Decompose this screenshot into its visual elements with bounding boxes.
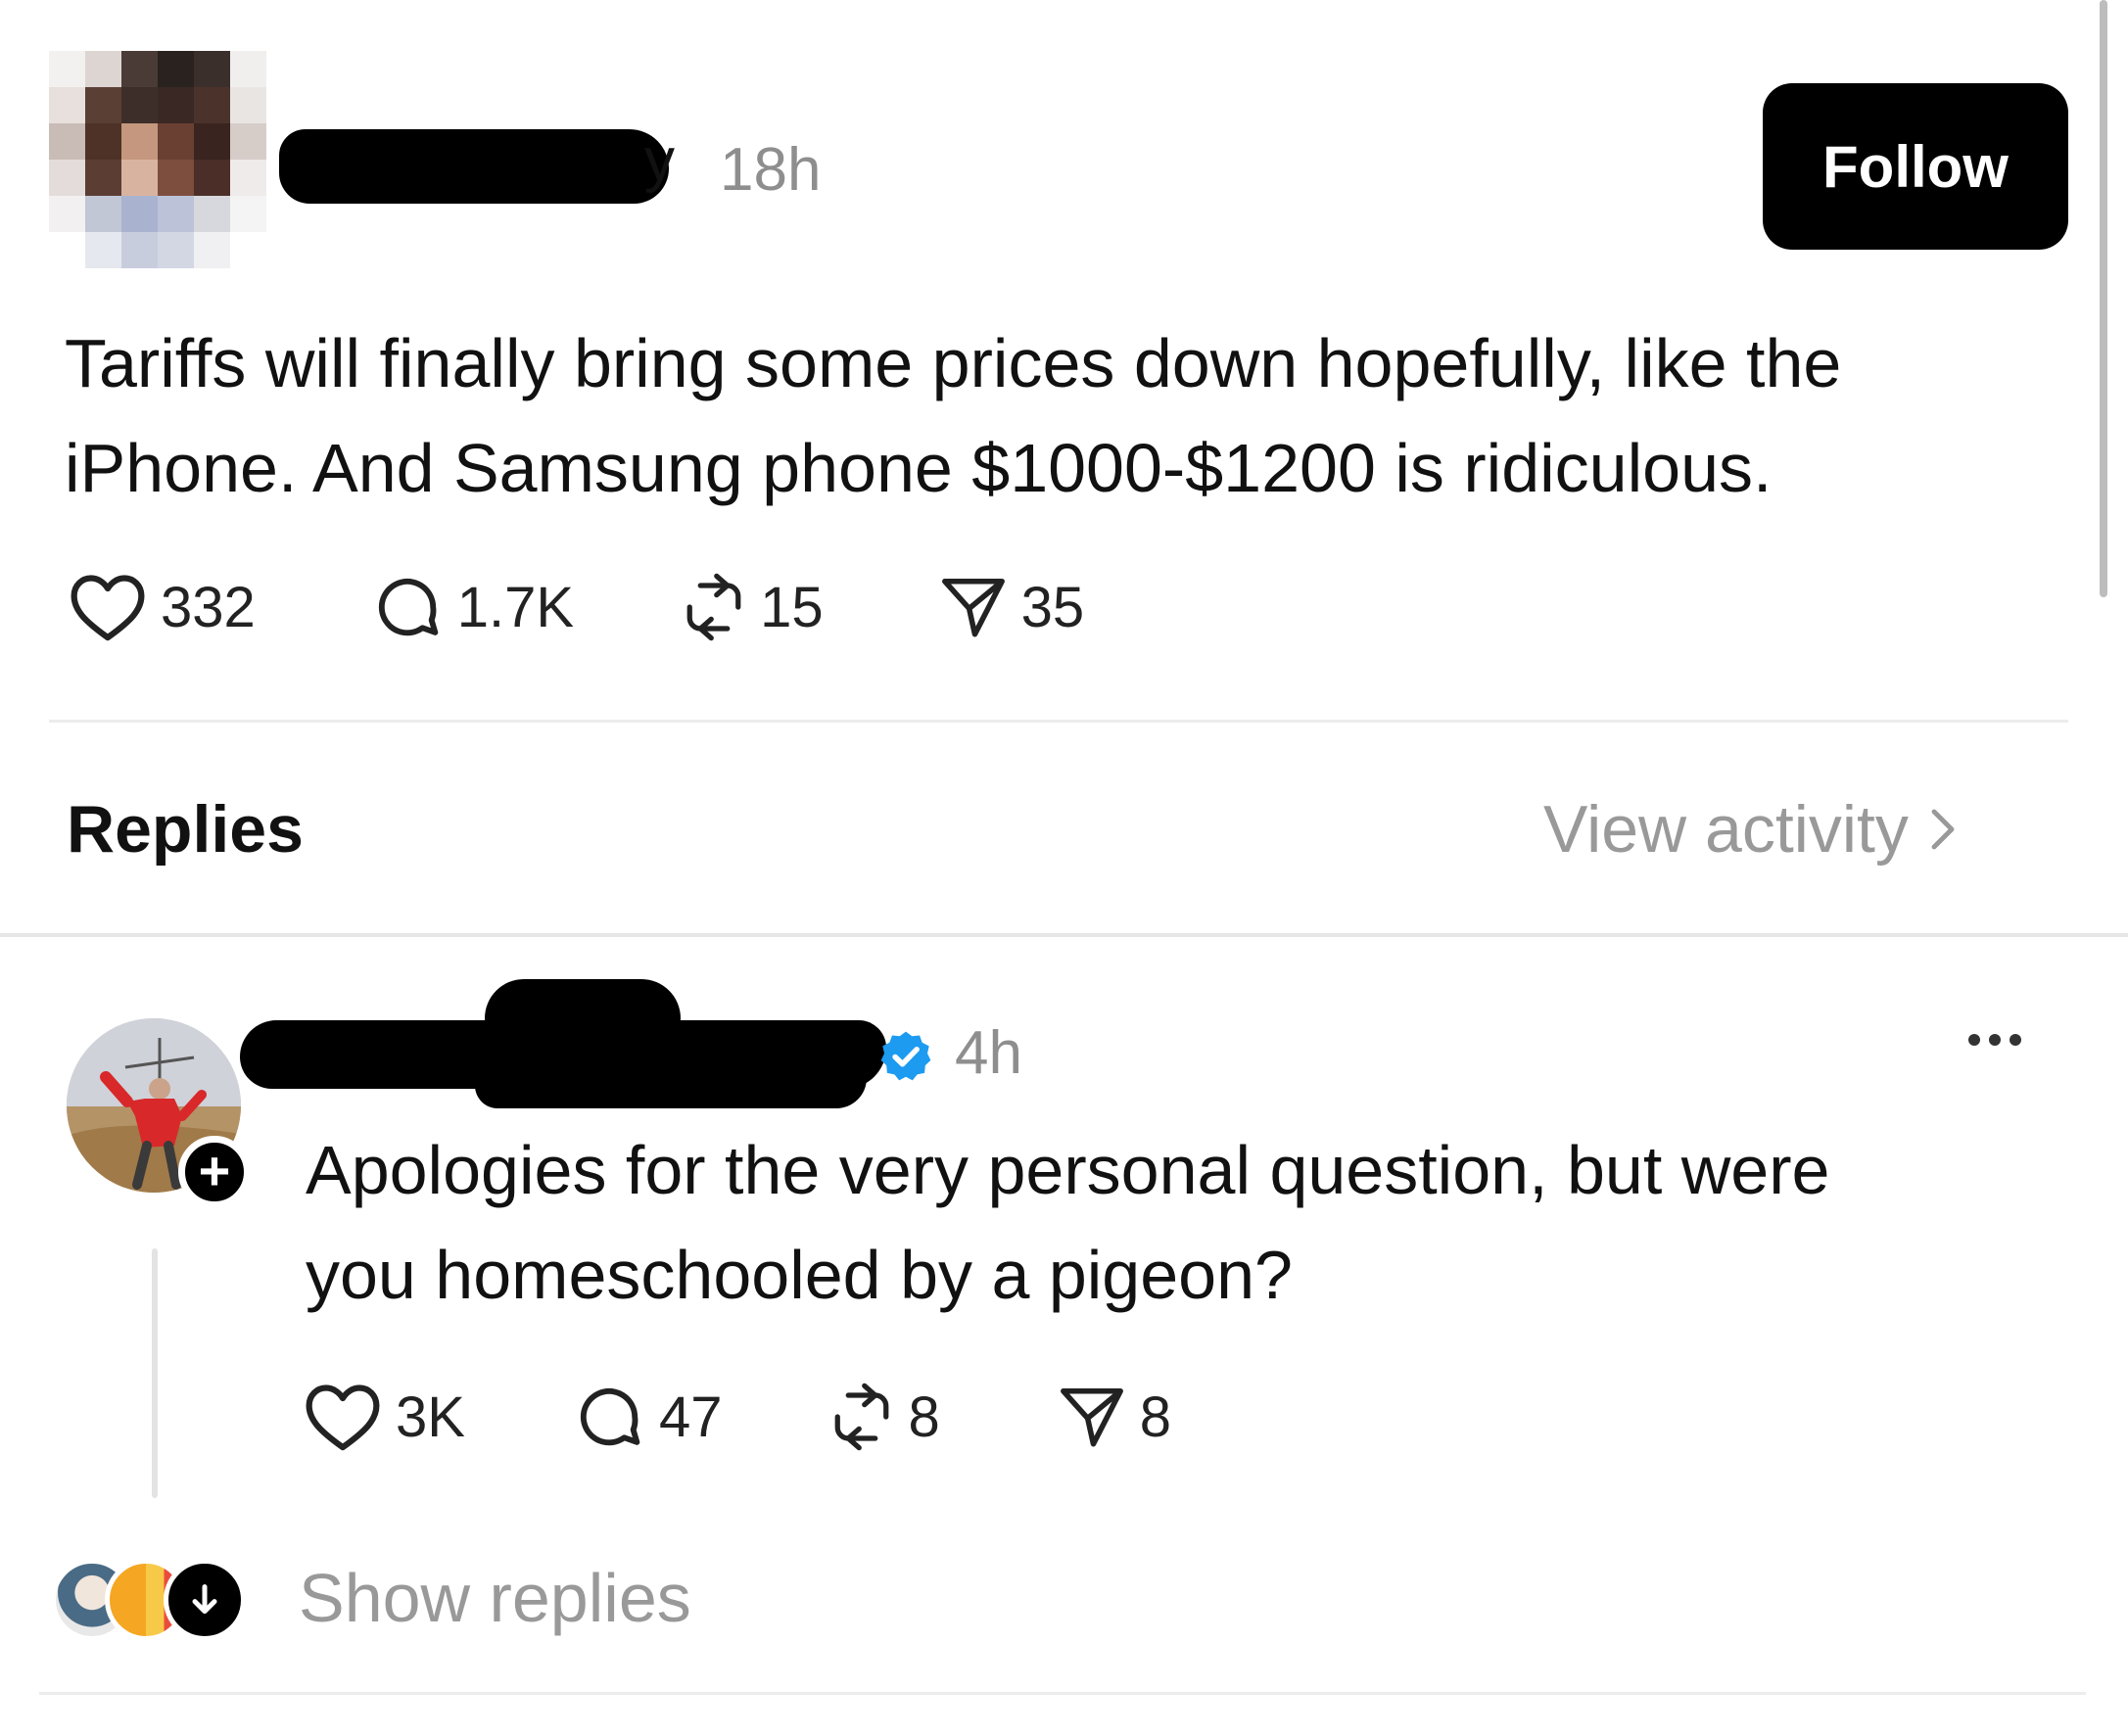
repost-icon xyxy=(686,573,741,641)
more-dots-icon[interactable] xyxy=(1968,1034,2021,1046)
like-count: 3K xyxy=(396,1384,465,1449)
share-count: 35 xyxy=(1020,575,1085,639)
share-count: 8 xyxy=(1139,1384,1171,1449)
reply-actions: 3K 47 8 8 xyxy=(304,1383,1171,1451)
section-divider xyxy=(0,933,2128,937)
follow-button[interactable]: Follow xyxy=(1763,83,2068,250)
view-activity-link[interactable]: View activity xyxy=(1543,791,1958,868)
post-text-line: Tariffs will finally bring some prices d… xyxy=(65,325,1842,401)
heart-icon xyxy=(306,1384,380,1451)
repost-button[interactable]: 15 xyxy=(682,572,824,642)
post-actions: 332 1.7K 15 35 xyxy=(69,573,1084,641)
follow-plus-badge[interactable]: + xyxy=(178,1136,251,1208)
reply-timestamp: 4h xyxy=(955,1019,1022,1087)
author-avatar[interactable] xyxy=(49,51,266,268)
post-text-line: iPhone. And Samsung phone $1000-$1200 is… xyxy=(65,430,1773,506)
show-replies-link[interactable]: Show replies xyxy=(299,1559,691,1637)
reply-text-line: you homeschooled by a pigeon? xyxy=(306,1237,1293,1313)
repost-icon xyxy=(835,1383,889,1451)
like-button[interactable]: 3K xyxy=(304,1382,465,1452)
repost-count: 8 xyxy=(908,1384,940,1449)
reply-avatars-stack[interactable] xyxy=(51,1559,266,1641)
comment-bubble-icon xyxy=(580,1387,640,1446)
heart-icon xyxy=(71,575,145,641)
reply-text: Apologies for the very personal question… xyxy=(306,1118,2088,1328)
comment-button[interactable]: 47 xyxy=(573,1381,723,1453)
comment-count: 1.7K xyxy=(456,575,575,639)
divider xyxy=(49,720,2068,723)
repost-button[interactable]: 8 xyxy=(829,1382,940,1452)
verified-badge-icon xyxy=(880,1031,931,1081)
bottom-divider xyxy=(39,1692,2086,1695)
post-timestamp: 18h xyxy=(720,136,822,204)
comment-count: 47 xyxy=(658,1384,723,1449)
arrow-down-circle-icon xyxy=(164,1559,246,1641)
redacted-username xyxy=(279,129,669,204)
share-button[interactable]: 35 xyxy=(939,573,1085,641)
repost-count: 15 xyxy=(760,575,824,639)
redacted-username xyxy=(485,979,681,1038)
reply-text-line: Apologies for the very personal question… xyxy=(306,1132,1830,1208)
view-activity-label: View activity xyxy=(1543,792,1909,867)
share-button[interactable]: 8 xyxy=(1058,1383,1171,1451)
redacted-username xyxy=(475,1048,867,1108)
comment-bubble-icon xyxy=(378,578,439,636)
like-button[interactable]: 332 xyxy=(69,572,256,642)
scrollbar[interactable] xyxy=(2100,0,2107,597)
username-fragment: y xyxy=(644,126,675,194)
thread-line xyxy=(152,1248,158,1498)
send-icon xyxy=(1060,1387,1123,1447)
like-count: 332 xyxy=(161,575,256,639)
post-text: Tariffs will finally bring some prices d… xyxy=(65,311,2082,521)
replies-heading: Replies xyxy=(67,792,304,867)
comment-button[interactable]: 1.7K xyxy=(371,571,574,643)
send-icon xyxy=(941,578,1005,637)
chevron-right-icon xyxy=(1931,809,1955,850)
